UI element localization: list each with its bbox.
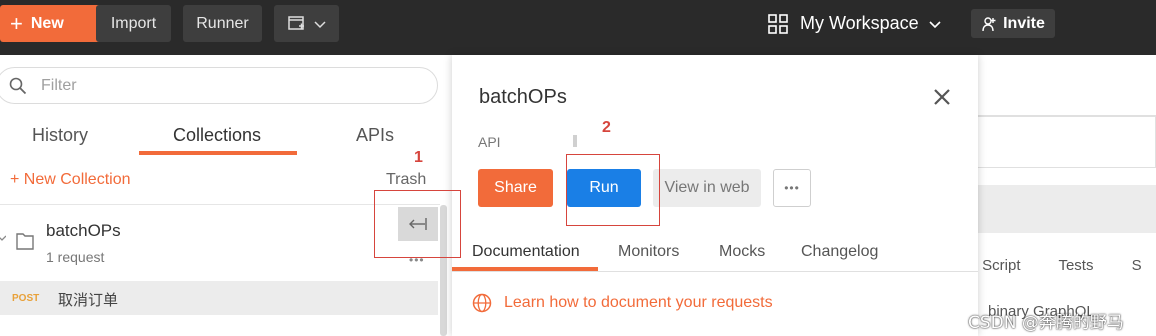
learn-docs-link[interactable]: Learn how to document your requests xyxy=(472,293,773,313)
globe-icon xyxy=(472,293,492,313)
filter-input[interactable] xyxy=(41,76,341,95)
runner-button[interactable]: Runner xyxy=(183,5,262,42)
new-window-icon xyxy=(287,15,304,30)
watermark: CSDN @奔腾的野马 xyxy=(968,313,1124,333)
panel-title: batchOPs xyxy=(479,86,567,108)
annotation-box-1 xyxy=(374,190,461,258)
annotation-box-2 xyxy=(566,154,660,226)
request-method-badge: POST xyxy=(12,293,40,304)
more-actions-button[interactable]: ••• xyxy=(773,169,811,207)
plus-icon: + xyxy=(10,10,23,36)
chevron-down-icon xyxy=(0,235,6,241)
divider xyxy=(452,271,978,272)
new-window-button[interactable] xyxy=(274,5,339,42)
invite-label: Invite xyxy=(1003,14,1045,32)
url-bar xyxy=(978,116,1156,168)
tab-settings[interactable]: S xyxy=(1132,257,1142,274)
tab-monitors[interactable]: Monitors xyxy=(618,243,679,261)
active-tab-indicator xyxy=(139,151,297,155)
tab-apis[interactable]: APIs xyxy=(356,125,394,146)
invite-button[interactable]: Invite xyxy=(971,9,1055,38)
tab-tests[interactable]: Tests xyxy=(1058,257,1093,274)
tab-documentation[interactable]: Documentation xyxy=(472,243,580,261)
request-item[interactable]: POST 取消订单 xyxy=(0,281,438,315)
request-name: 取消订单 xyxy=(58,291,119,309)
annotation-number-2: 2 xyxy=(602,119,611,136)
import-button[interactable]: Import xyxy=(96,5,171,42)
api-label: API xyxy=(478,134,501,150)
filter-box[interactable] xyxy=(0,67,438,104)
new-button[interactable]: + New xyxy=(0,5,111,42)
top-bar: + New Import Runner My Workspace Invite xyxy=(0,0,1156,55)
tab-changelog[interactable]: Changelog xyxy=(801,243,878,261)
trash-link[interactable]: Trash xyxy=(386,171,426,189)
tab-history[interactable]: History xyxy=(32,125,88,146)
annotation-number-1: 1 xyxy=(414,149,423,166)
close-icon[interactable] xyxy=(933,88,951,106)
search-icon xyxy=(9,77,27,94)
collection-request-count: 1 request xyxy=(46,249,105,265)
new-collection-button[interactable]: + New Collection xyxy=(10,171,131,189)
share-button[interactable]: Share xyxy=(478,169,553,207)
view-in-web-button[interactable]: View in web xyxy=(653,169,761,207)
chevron-down-icon xyxy=(313,20,326,28)
learn-docs-label: Learn how to document your requests xyxy=(504,294,773,311)
add-user-icon xyxy=(982,16,996,31)
grid-icon xyxy=(768,13,788,34)
api-indicator xyxy=(573,135,577,147)
collection-name: batchOPs xyxy=(46,221,121,240)
folder-icon xyxy=(16,233,34,250)
new-button-label: New xyxy=(30,14,64,32)
chevron-down-icon xyxy=(929,20,941,28)
workspace-selector[interactable]: My Workspace xyxy=(768,5,953,42)
workspace-label: My Workspace xyxy=(800,13,919,33)
toolbar-strip xyxy=(978,185,1156,233)
request-tabs: est Script Tests S xyxy=(958,257,1142,274)
collection-details-panel: batchOPs API Share Run View in web ••• D… xyxy=(452,55,978,336)
tab-collections[interactable]: Collections xyxy=(173,125,261,146)
request-builder-background: est Script Tests S binary GraphQL xyxy=(958,55,1156,336)
tab-mocks[interactable]: Mocks xyxy=(719,243,765,261)
